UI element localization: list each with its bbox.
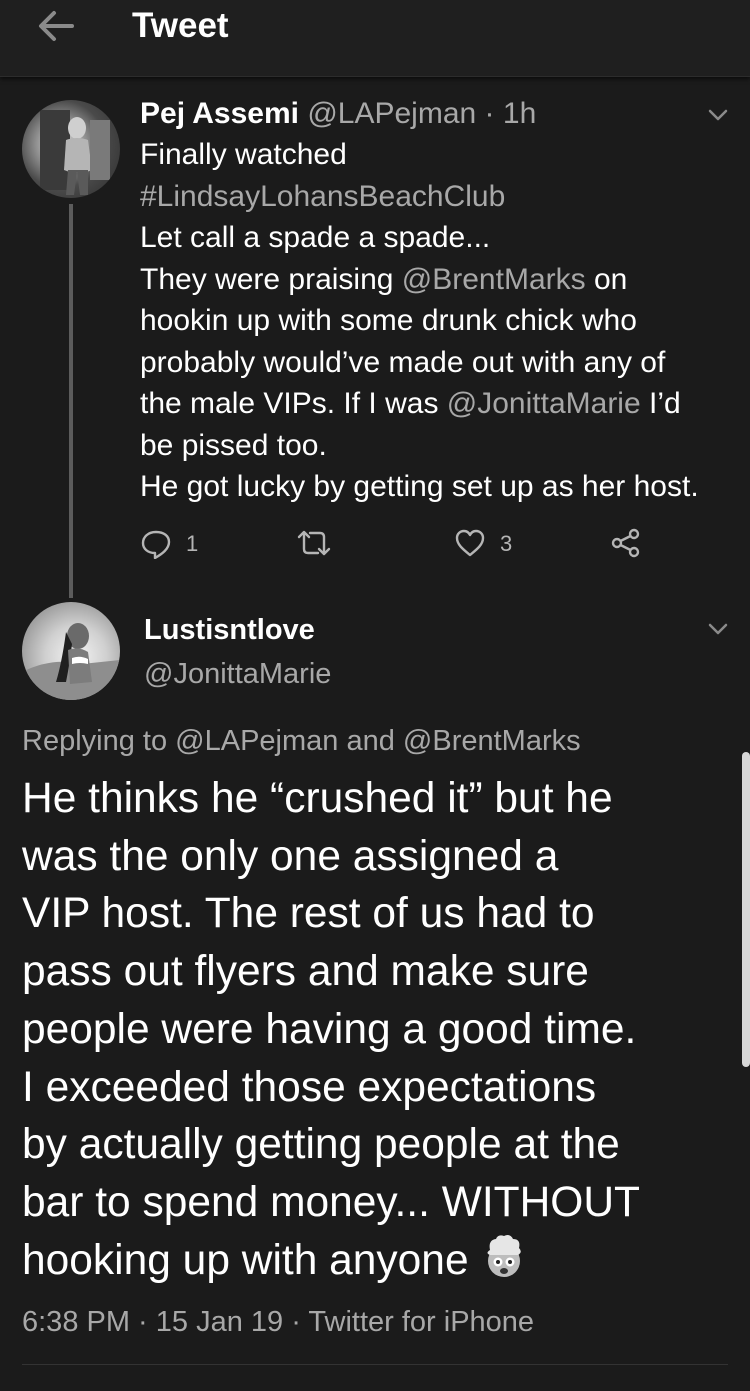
text-segment: hooking up with anyone	[22, 1236, 481, 1284]
mention-link[interactable]: @BrentMarks	[402, 263, 586, 296]
page-title: Tweet	[132, 6, 229, 45]
text-segment: They were praising	[140, 262, 402, 296]
tweet-timestamp-source: 6:38 PM · 15 Jan 19 · Twitter for iPhone	[22, 1306, 535, 1338]
text-line: hooking up with anyone	[22, 1232, 737, 1290]
text-segment: on	[585, 262, 628, 296]
text-line: bar to spend money... WITHOUT	[22, 1178, 641, 1226]
author-handle[interactable]: @LAPejman	[307, 97, 476, 130]
reply-count: 1	[186, 531, 199, 556]
text-line: pass out flyers and make sure	[22, 948, 589, 996]
tweet1-header: Pej Assemi @LAPejman · 1h	[140, 94, 536, 134]
text-line: VIP host. The rest of us had to	[22, 890, 595, 938]
chevron-down-icon[interactable]	[707, 622, 729, 636]
text-line: was the only one assigned a	[22, 832, 559, 880]
avatar-photo	[40, 110, 110, 195]
text-line: probably would’ve made out with any of	[140, 345, 666, 379]
retweet-icon	[297, 530, 331, 556]
text-line: hookin up with some drunk chick who	[140, 304, 637, 337]
text-segment: the male VIPs. If I was	[140, 387, 447, 420]
top-app-bar: Tweet	[0, 0, 750, 77]
replying-prefix: Replying to	[22, 725, 176, 757]
share-icon	[611, 528, 640, 558]
mention-link[interactable]: @LAPejman	[175, 725, 338, 757]
text-line: He thinks he “crushed it” but he	[22, 775, 613, 822]
text-line: Let call a spade a spade...	[140, 221, 491, 254]
author-handle[interactable]: @JonittaMarie	[144, 654, 331, 694]
replying-and: and	[338, 725, 403, 757]
heart-icon	[455, 529, 485, 557]
mention-link[interactable]: @JonittaMarie	[447, 387, 641, 420]
avatar[interactable]	[22, 602, 120, 700]
avatar[interactable]	[22, 100, 120, 198]
hashtag-link[interactable]: #LindsayLohansBeachClub	[140, 176, 740, 218]
separator-dot: ·	[484, 97, 495, 130]
thread-connector-line	[69, 204, 73, 598]
divider	[22, 1364, 728, 1365]
scrollbar[interactable]	[742, 752, 750, 1067]
exploding-head-emoji	[487, 1234, 522, 1277]
text-segment: I’d	[640, 387, 681, 420]
back-button[interactable]	[30, 6, 86, 46]
author-name[interactable]: Pej Assemi	[140, 97, 299, 130]
text-line: I exceeded those expectations	[22, 1063, 597, 1111]
text-line: be pissed too.	[140, 428, 327, 462]
like-count: 3	[500, 531, 513, 556]
text-line: They were praising @BrentMarks on	[140, 259, 740, 301]
mention-link[interactable]: @BrentMarks	[403, 725, 581, 757]
text-line: He got lucky by getting set up as her ho…	[140, 470, 699, 503]
tweet2-text: He thinks he “crushed it” but he was the…	[22, 770, 737, 1289]
text-line: Finally watched	[140, 138, 347, 171]
avatar-photo	[22, 623, 120, 700]
arrow-left-icon	[39, 11, 74, 41]
replying-to: Replying to @LAPejman and @BrentMarks	[22, 721, 581, 761]
text-line: the male VIPs. If I was @JonittaMarie I’…	[140, 383, 740, 425]
text-line: people were having a good time.	[22, 1005, 637, 1053]
text-line: by actually getting people at the	[22, 1121, 620, 1169]
tweet1-text: Finally watched #LindsayLohansBeachClub …	[140, 134, 740, 508]
author-name[interactable]: Lustisntlove	[144, 610, 315, 650]
tweet-time: 1h	[502, 97, 537, 130]
reply-icon	[141, 530, 171, 559]
chevron-down-icon[interactable]	[707, 108, 729, 122]
